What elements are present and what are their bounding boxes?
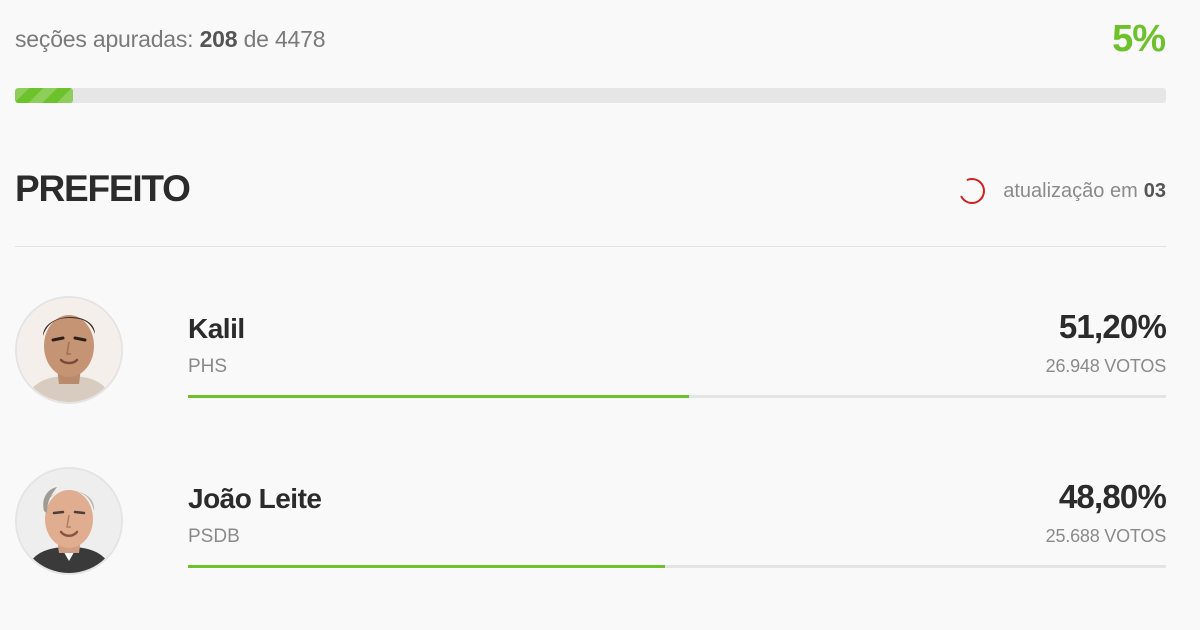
candidate-vote-bar-fill: [188, 395, 689, 398]
candidate-votes: 25.688 VOTOS: [1045, 526, 1167, 546]
election-results-panel: seções apuradas: 208 de 4478 5% PREFEITO…: [0, 0, 1200, 630]
candidate-percent: 51,20%: [1058, 308, 1167, 345]
office-title: PREFEITO: [15, 168, 191, 209]
header-divider: [15, 246, 1166, 247]
candidate-photo-avatar: [15, 467, 123, 575]
refresh-indicator: atualização em 03: [955, 174, 1166, 208]
candidate-votes: 26.948 VOTOS: [1045, 356, 1167, 376]
candidate-name: João Leite: [188, 483, 322, 514]
candidate-portrait-icon: [17, 469, 121, 573]
refresh-label: atualização em: [1003, 179, 1138, 202]
candidate-photo-avatar: [15, 296, 123, 404]
candidate-vote-bar-fill: [188, 565, 666, 568]
candidate-vote-bar: [188, 565, 1166, 568]
candidate-vote-bar: [188, 395, 1166, 398]
loading-spinner-icon: [955, 174, 989, 208]
candidate-party: PHS: [188, 356, 228, 377]
candidate-percent: 48,80%: [1058, 478, 1167, 515]
candidate-name: Kalil: [188, 313, 245, 344]
candidate-party: PSDB: [188, 526, 240, 547]
candidate-row-joao-leite: João Leite PSDB 48,80% 25.688 VOTOS: [0, 0, 1200, 575]
candidate-portrait-icon: [17, 298, 121, 402]
refresh-countdown: 03: [1143, 179, 1166, 202]
